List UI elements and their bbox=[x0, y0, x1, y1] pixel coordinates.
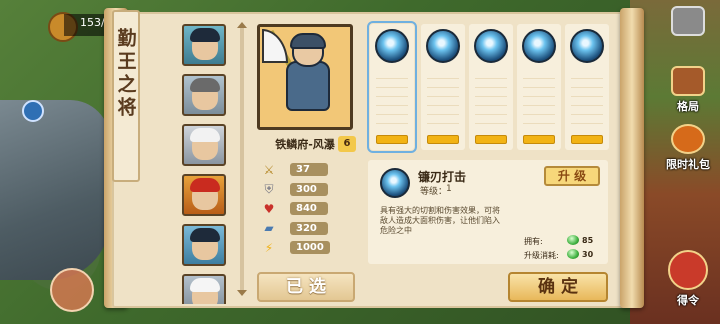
skill-slot-1[interactable] bbox=[367, 21, 417, 153]
gift-icon bbox=[671, 124, 705, 154]
hero-stats: ⚔ 37 ⛨ 300 ♥ 840 ▰ 320 ⚡ 1000 bbox=[256, 160, 356, 258]
skill-slot-bar bbox=[571, 135, 603, 144]
hero-hair bbox=[190, 228, 220, 242]
scroll-up-icon[interactable] bbox=[237, 22, 247, 28]
stat-health-value: 840 bbox=[290, 202, 328, 216]
hero-list-item[interactable] bbox=[182, 24, 226, 66]
right-menu-item-order[interactable]: 得令 bbox=[664, 250, 712, 308]
skill-slot-2[interactable] bbox=[421, 24, 465, 150]
cost-value: 30 bbox=[582, 250, 594, 259]
shield-icon: ⛨ bbox=[264, 182, 274, 197]
panel-title-banner: 勤王之将 bbox=[112, 10, 140, 182]
skill-slot-lines bbox=[475, 70, 507, 130]
hero-hair bbox=[190, 78, 220, 92]
hero-hair bbox=[190, 128, 220, 142]
scroll-rod-right bbox=[620, 8, 644, 308]
sword-icon: ⚔ bbox=[263, 162, 275, 177]
skill-orb-icon bbox=[570, 29, 604, 63]
skill-slot-bar bbox=[523, 135, 555, 144]
skill-slot-bar bbox=[376, 135, 408, 144]
stat-health: ♥ 840 bbox=[256, 199, 356, 219]
stat-defense: ⛨ 300 bbox=[256, 180, 356, 200]
stat-attack: ⚔ 37 bbox=[256, 160, 356, 180]
skill-description: 具有强大的切割和伤害效果，可将敌人造成大面积伤害，让他们陷入危险之中 bbox=[380, 206, 500, 235]
upgrade-button[interactable]: 升 级 bbox=[544, 166, 600, 186]
hero-list-item[interactable] bbox=[182, 224, 226, 266]
right-menu-label-2: 格局 bbox=[677, 100, 699, 113]
stat-power-value: 1000 bbox=[290, 241, 330, 255]
gem-icon bbox=[567, 235, 579, 245]
confirm-button[interactable]: 确 定 bbox=[508, 272, 608, 302]
skill-orb-icon bbox=[522, 29, 556, 63]
hero-hair bbox=[190, 28, 220, 42]
hero-list-item[interactable] bbox=[182, 74, 226, 116]
skill-slot-lines bbox=[571, 70, 603, 130]
hero-list-scrollbar[interactable] bbox=[237, 22, 247, 296]
menu-icon bbox=[671, 6, 705, 36]
scroll-down-icon[interactable] bbox=[237, 290, 247, 296]
skill-slot-bar bbox=[475, 135, 507, 144]
dpad-control[interactable] bbox=[50, 268, 94, 312]
stat-speed-value: 320 bbox=[290, 221, 328, 235]
skill-orb-icon bbox=[426, 29, 460, 63]
hero-helmet bbox=[290, 33, 326, 49]
skill-slot-lines bbox=[376, 70, 408, 130]
stat-defense-value: 300 bbox=[290, 182, 328, 196]
skill-level-value: 1 bbox=[446, 184, 452, 194]
right-menu-item-gift[interactable]: 限时礼包 bbox=[664, 124, 712, 172]
own-label: 拥有: bbox=[524, 237, 543, 246]
right-menu-label-3: 限时礼包 bbox=[666, 158, 710, 171]
skill-slot-3[interactable] bbox=[469, 24, 513, 150]
skill-detail-orb-icon bbox=[380, 168, 410, 198]
scythe-blade-icon bbox=[262, 29, 288, 63]
hero-list-item[interactable] bbox=[182, 124, 226, 166]
order-icon bbox=[668, 250, 708, 290]
skill-slot-lines bbox=[523, 70, 555, 130]
stat-power: ⚡ 1000 bbox=[256, 238, 356, 258]
lightning-icon: ⚡ bbox=[264, 240, 274, 255]
hero-hair bbox=[190, 178, 220, 192]
panel-title: 勤王之将 bbox=[114, 28, 137, 120]
map-water-area bbox=[0, 100, 110, 280]
book-icon bbox=[671, 66, 705, 96]
own-value: 85 bbox=[582, 236, 594, 245]
boot-icon: ▰ bbox=[264, 221, 274, 236]
skill-slot-4[interactable] bbox=[517, 24, 561, 150]
gem-icon bbox=[567, 249, 579, 259]
hero-list[interactable] bbox=[178, 24, 230, 304]
side-toggle-button[interactable] bbox=[22, 100, 44, 122]
hero-level-badge: 6 bbox=[338, 136, 356, 152]
hero-list-item[interactable] bbox=[182, 274, 226, 304]
hero-list-item[interactable] bbox=[182, 174, 226, 216]
hero-hair bbox=[190, 278, 220, 292]
heart-icon: ♥ bbox=[263, 201, 275, 216]
right-menu-item-layout[interactable]: 格局 bbox=[664, 66, 712, 114]
stat-speed: ▰ 320 bbox=[256, 219, 356, 239]
cost-label: 升级消耗: bbox=[524, 251, 559, 260]
selected-button[interactable]: 已 选 bbox=[257, 272, 355, 302]
skill-slot-lines bbox=[427, 70, 459, 130]
skill-level-label: 等级： bbox=[420, 187, 448, 197]
right-menu-label-4: 得令 bbox=[677, 294, 699, 307]
skill-detail-card: 镰刃打击 等级： 1 升 级 具有强大的切割和伤害效果，可将敌人造成大面积伤害，… bbox=[368, 160, 608, 264]
right-menu-item-1[interactable] bbox=[664, 6, 712, 38]
hero-armor bbox=[286, 61, 330, 111]
hero-portrait bbox=[257, 24, 353, 130]
skill-slot-5[interactable] bbox=[565, 24, 609, 150]
skill-slot-bar bbox=[427, 135, 459, 144]
skill-name: 镰刃打击 bbox=[418, 170, 467, 184]
skill-orb-icon bbox=[375, 29, 409, 63]
skill-orb-icon bbox=[474, 29, 508, 63]
stat-attack-value: 37 bbox=[290, 163, 328, 177]
